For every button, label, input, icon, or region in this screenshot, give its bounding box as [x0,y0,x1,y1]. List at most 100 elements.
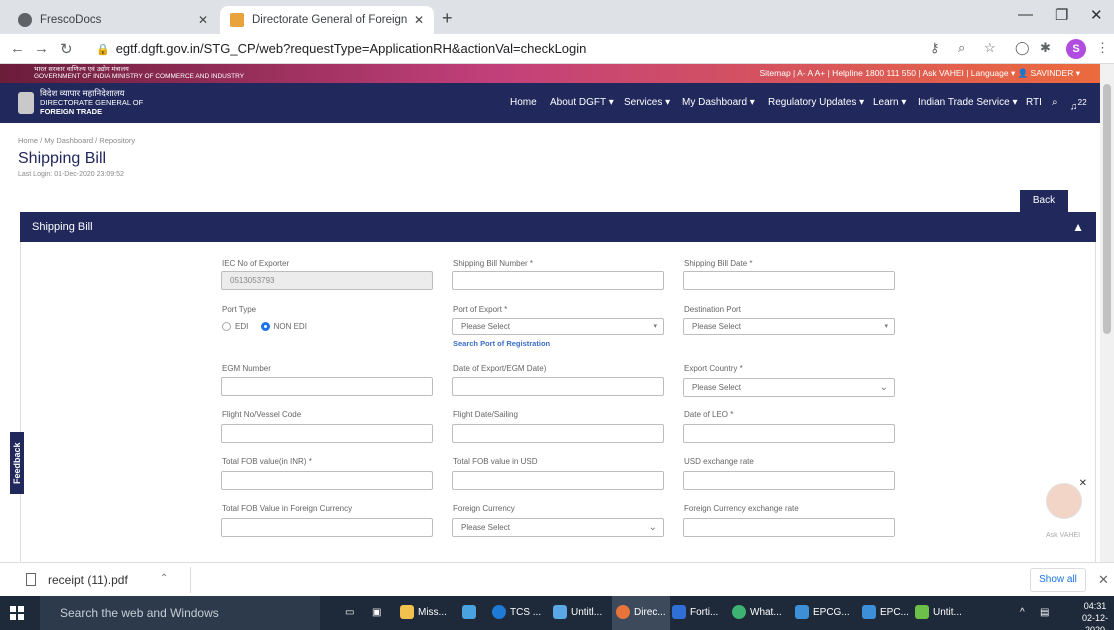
dgft-brand[interactable]: विदेश व्यापार महानिदेशालय DIRECTORATE GE… [40,88,143,117]
restore-icon[interactable]: ❐ [1055,6,1068,24]
usd-exchange-rate-label: USD exchange rate [684,457,754,466]
egm-number-label: EGM Number [222,364,271,373]
browser-tab-frescodocs[interactable]: FrescoDocs ✕ [8,6,218,34]
browser-menu-icon[interactable]: ⋮ [1096,40,1109,56]
shipping-bill-date-input[interactable] [683,271,895,290]
foreign-currency-select[interactable]: Please Select ⌄ [452,518,664,537]
windows-taskbar: Search the web and Windows ▭ ▣ Miss... T… [0,596,1114,630]
assistant-avatar[interactable]: ✕ [1046,478,1087,519]
gov-ministry-text: भारत सरकार वाणिज्य एवं उद्योग मंत्रालय G… [34,66,244,80]
leo-date-input[interactable] [683,424,895,443]
store-icon[interactable]: ▣ [372,596,381,630]
site-header: विदेश व्यापार महानिदेशालय DIRECTORATE GE… [0,83,1100,123]
flight-date-input[interactable] [452,424,664,443]
notification-icon[interactable]: ▤ [1040,596,1049,630]
collapse-chevron-icon[interactable]: ▲ [1072,212,1084,242]
download-file-name[interactable]: receipt (11).pdf [48,573,128,587]
close-downloads-icon[interactable]: ✕ [1098,572,1109,588]
nav-regulatory-updates[interactable]: Regulatory Updates ▾ [768,97,864,108]
nav-home[interactable]: Home [510,97,537,108]
extension-icon[interactable]: ◯ [1015,40,1030,56]
destination-port-value: Please Select [692,322,741,331]
port-type-non-edi-radio[interactable]: NON EDI [260,322,307,332]
nav-about-dgft[interactable]: About DGFT ▾ [550,97,614,108]
breadcrumb[interactable]: Home / My Dashboard / Repository [18,136,135,145]
browser-tab-bar: FrescoDocs ✕ Directorate General of Fore… [0,0,1114,34]
windows-start-icon[interactable] [10,606,24,620]
dropdown-arrow-icon: ▾ [653,323,657,330]
lock-icon: 🔒 [96,44,110,56]
taskbar-app-10[interactable]: Untit... [915,596,962,630]
fob-inr-input[interactable] [221,471,433,490]
egm-number-input[interactable] [221,377,433,396]
browser-tab-dgft[interactable]: Directorate General of Foreign Tr ✕ [220,6,434,34]
destination-port-select[interactable]: Please Select ▾ [683,318,895,335]
utility-links[interactable]: Sitemap | A- A A+ | Helpline 1800 111 55… [759,68,1080,79]
flight-vessel-input[interactable] [221,424,433,443]
taskbar-app-label: EPCG... [813,607,850,618]
taskbar-clock[interactable]: 04:31 02-12-2020 [1076,600,1114,630]
taskbar-app-5[interactable]: Direc... [612,596,670,630]
nav-learn[interactable]: Learn ▾ [873,97,906,108]
puzzle-icon[interactable]: ✱ [1040,40,1051,56]
export-country-select[interactable]: Please Select ⌄ [683,378,895,397]
close-tab-icon[interactable]: ✕ [414,13,424,27]
zoom-icon[interactable]: ⌕ [958,40,965,56]
minimize-icon[interactable]: — [1018,6,1033,23]
address-bar: ← → ↻ 🔒 egtf.dgft.gov.in/STG_CP/web?reque… [0,34,1114,64]
foreign-currency-label: Foreign Currency [453,504,515,513]
usd-exchange-rate-input[interactable] [683,471,895,490]
clock-date: 02-12-2020 [1081,613,1108,630]
new-tab-icon[interactable]: + [442,8,453,29]
non-edi-label: NON EDI [273,322,307,331]
scrollbar-thumb[interactable] [1103,84,1111,334]
task-view-icon[interactable]: ▭ [345,596,354,630]
notification-bell-icon[interactable]: ♫22 [1070,97,1087,112]
nav-indian-trade-service[interactable]: Indian Trade Service ▾ [918,97,1018,108]
show-all-button[interactable]: Show all [1030,568,1086,592]
fob-usd-input[interactable] [452,471,664,490]
window-close-icon[interactable]: ✕ [1090,6,1103,24]
fc-exchange-rate-input[interactable] [683,518,895,537]
shipping-bill-number-input[interactable] [452,271,664,290]
taskbar-app-2[interactable] [462,596,480,630]
port-of-export-label: Port of Export * [453,305,508,314]
search-port-link[interactable]: Search Port of Registration [453,339,550,348]
key-icon[interactable]: ⚷ [930,40,940,56]
chevron-up-icon[interactable]: ⌃ [160,573,168,584]
close-tab-icon[interactable]: ✕ [198,13,208,27]
taskbar-app-1[interactable]: Miss... [400,596,447,630]
taskbar-app-7[interactable]: What... [732,596,782,630]
feedback-tab[interactable]: Feedback [10,432,24,494]
fob-inr-label: Total FOB value(in INR) * [222,457,312,466]
close-assistant-icon[interactable]: ✕ [1079,478,1087,489]
nav-services[interactable]: Services ▾ [624,97,670,108]
taskbar-search[interactable]: Search the web and Windows [40,596,320,630]
bookmark-star-icon[interactable]: ☆ [984,40,996,56]
section-header[interactable]: Shipping Bill ▲ [20,212,1096,242]
port-type-edi-radio[interactable]: EDI [222,322,248,332]
taskbar-app-3[interactable]: TCS ... [492,596,541,630]
brand-hindi: विदेश व्यापार महानिदेशालय [40,88,125,98]
back-button[interactable]: Back [1020,190,1068,212]
taskbar-app-9[interactable]: EPC... [862,596,909,630]
search-icon[interactable]: ⌕ [1052,97,1058,108]
nav-my-dashboard[interactable]: My Dashboard ▾ [682,97,755,108]
back-arrow-icon[interactable]: ← [10,40,25,57]
taskbar-app-6[interactable]: Forti... [672,596,718,630]
nav-rti[interactable]: RTI [1026,97,1042,108]
fob-foreign-currency-label: Total FOB Value in Foreign Currency [222,504,353,513]
taskbar-app-8[interactable]: EPCG... [795,596,850,630]
export-country-value: Please Select [692,383,741,392]
reload-icon[interactable]: ↻ [60,40,73,58]
tray-chevron-icon[interactable]: ^ [1020,596,1025,630]
profile-avatar[interactable]: S [1066,39,1086,59]
egm-date-input[interactable] [452,377,664,396]
taskbar-app-4[interactable]: Untitl... [553,596,602,630]
brand-line-3: FOREIGN TRADE [40,107,103,116]
fob-foreign-currency-input[interactable] [221,518,433,537]
port-of-export-select[interactable]: Please Select ▾ [452,318,664,335]
forward-arrow-icon[interactable]: → [34,40,49,57]
url-field[interactable]: 🔒 egtf.dgft.gov.in/STG_CP/web?requestType… [96,37,856,61]
page-scrollbar[interactable] [1100,64,1114,562]
